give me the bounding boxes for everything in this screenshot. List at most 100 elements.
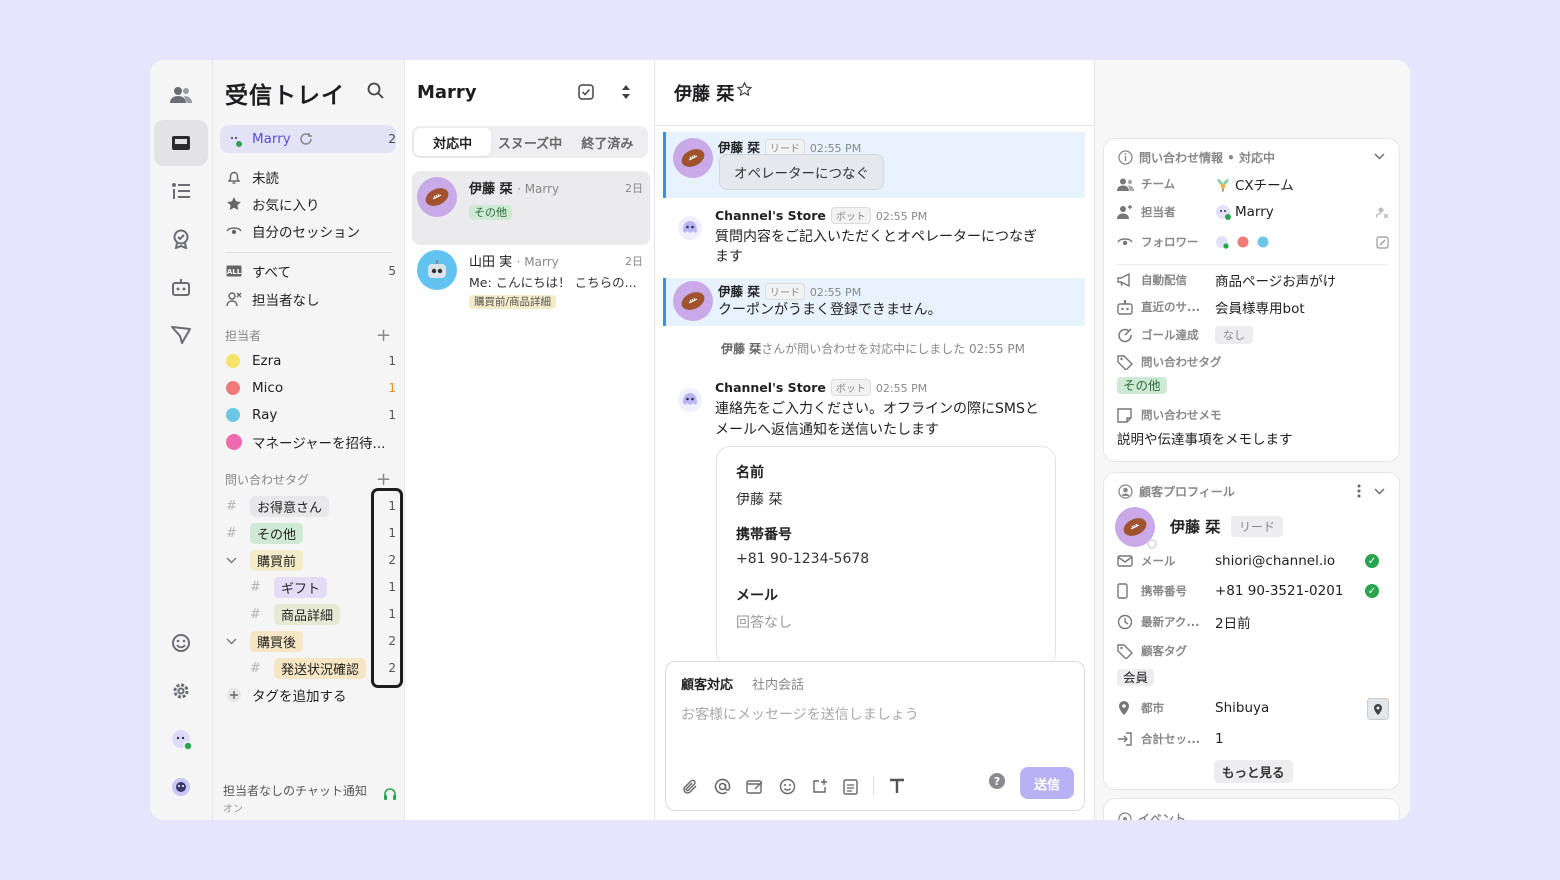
tag-item-shipping-status[interactable]: # 発送状況確認 2 [220,655,396,681]
sidebar-item-unread[interactable]: 未読 [220,164,396,190]
send-button[interactable]: 送信 [1020,767,1074,799]
smile-icon[interactable] [154,620,208,666]
profile-value[interactable]: +81 90-3521-0201 [1215,583,1343,599]
chat-tag: その他 [469,205,512,220]
megaphone-icon [1117,273,1141,287]
message-text: 連絡先をご入力ください。オフラインの際にSMSと [715,401,1039,417]
connect-operator-button[interactable]: オペレーターにつなぐ [719,154,884,190]
send-icon[interactable] [154,312,208,358]
sidebar-item-my-sessions[interactable]: 自分のセッション [220,218,396,244]
message-author: Channel's Store [715,208,826,223]
tag-item-gift[interactable]: # ギフト 1 [220,574,396,600]
text-format-icon[interactable] [889,778,905,794]
mention-icon[interactable] [714,778,731,795]
attachment-icon[interactable] [682,778,699,795]
system-time: 02:55 PM [969,342,1026,356]
more-vertical-icon[interactable] [1357,484,1361,498]
tag-item-post-purchase[interactable]: 購買後 2 [220,628,396,654]
message-input[interactable]: お客様にメッセージを送信しましょう [681,704,919,724]
profile-label: 合計セッ... [1141,732,1201,746]
profile-icon [1118,484,1133,499]
tag-icon [1117,354,1141,370]
channel-avatar[interactable] [154,764,208,810]
sort-icon[interactable] [621,84,631,100]
chat-list-panel: Marry 対応中 スヌーズ中 終了済み 伊藤 栞 · Marry 2日 その他… [405,60,655,820]
sidebar-item-unassigned[interactable]: 担当者なし [220,286,396,312]
user-avatar[interactable] [154,716,208,762]
goal-icon [1117,327,1141,343]
add-app-icon[interactable] [811,778,828,795]
search-icon[interactable] [367,82,384,99]
contact-form-card: 名前 伊藤 栞 携帯番号 +81 90-1234-5678 メール 回答なし [716,446,1056,666]
template-icon[interactable] [746,778,764,794]
inbox-icon[interactable] [154,120,208,166]
add-assignee-plus-icon[interactable]: + [376,327,391,345]
sidebar-item-favorites[interactable]: お気に入り [220,191,396,217]
add-tag-button[interactable]: タグを追加する [220,682,396,708]
info-tag-value[interactable]: その他 [1117,377,1167,394]
badge-icon[interactable] [154,216,208,262]
show-more-button[interactable]: もっと見る [1214,760,1293,783]
list-icon[interactable] [154,168,208,214]
message-text: メールへ返信通知を送信いたします [715,422,939,438]
info-row-followers: フォロワー [1117,231,1389,253]
tag-item-vip[interactable]: # お得意さん 1 [220,493,396,519]
message-row: 伊藤 栞リード 02:55 PM オペレーターにつなぐ [663,132,1085,198]
unassign-icon[interactable] [1376,206,1389,219]
settings-gear-icon[interactable] [154,668,208,714]
tag-item-pre-purchase[interactable]: 購買前 2 [220,547,396,573]
profile-row-email: メール shiori@channel.io ✓ [1117,550,1389,572]
info-row-goal: ゴール達成 なし [1117,324,1389,346]
chevron-down-icon[interactable] [226,557,242,564]
sidebar-item-ezra[interactable]: Ezra 1 [220,348,396,374]
invite-label: マネージャーを招待... [252,436,386,452]
sidebar-item-label: お気に入り [252,198,320,214]
checkbox-icon[interactable] [578,84,594,100]
tab-customer[interactable]: 顧客対応 [681,674,733,693]
sidebar-item-ray[interactable]: Ray 1 [220,402,396,428]
tab-internal[interactable]: 社内会話 [752,674,804,693]
emoji-icon[interactable] [779,778,796,795]
sidebar-item-me[interactable]: Marry 2 [220,125,396,153]
help-icon[interactable]: ? [989,773,1005,789]
tag-label: お得意さん [250,495,330,517]
headset-icon[interactable] [383,787,397,801]
sidebar-item-all[interactable]: ALL すべて 5 [220,258,396,284]
clipboard-icon[interactable] [843,778,858,795]
tab-closed[interactable]: 終了済み [569,128,646,156]
profile-badge: リード [1231,516,1284,537]
customer-tag-value[interactable]: 会員 [1117,669,1155,686]
toolbar-divider [873,777,874,795]
hash-icon: # [226,525,237,541]
tab-open[interactable]: 対応中 [414,128,492,156]
message-text: クーポンがうまく登録できません。 [718,302,942,318]
star-outline-icon[interactable] [737,82,752,97]
chevron-down-icon[interactable] [226,638,242,645]
hash-icon: # [226,498,237,514]
info-label: チーム [1141,177,1176,191]
chat-name: 伊藤 栞 [469,182,513,197]
chat-item[interactable]: 伊藤 栞 · Marry 2日 その他 [412,171,650,245]
tab-snoozed[interactable]: スヌーズ中 [491,128,568,156]
chat-item[interactable]: 山田 実 · Marry 2日 Me: こんにちは！ こちらの... 購買前/商… [412,244,650,318]
inbox-sidebar: 受信トレイ Marry 2 未読 お気に入り 自分のセッション ALL すべて … [213,60,405,820]
profile-value[interactable]: shiori@channel.io [1215,553,1335,569]
sidebar-item-mico[interactable]: Mico 1 [220,375,396,401]
bot-icon[interactable] [154,264,208,310]
info-row-tag: 問い合わせタグ [1117,351,1389,373]
profile-row-tags: 顧客タグ [1117,640,1389,662]
info-row-assignee[interactable]: 担当者 Marry [1117,201,1389,223]
tag-item-other[interactable]: # その他 1 [220,520,396,546]
chevron-down-icon[interactable] [1374,153,1385,160]
chevron-down-icon[interactable] [1374,488,1385,495]
invite-manager-link[interactable]: マネージャーを招待... [220,429,396,455]
map-icon[interactable] [1367,698,1389,720]
contacts-icon[interactable] [154,72,208,118]
assignee-section-title: 担当者 [225,329,262,343]
tag-item-product-detail[interactable]: # 商品詳細 1 [220,601,396,627]
form-phone-value: +81 90-1234-5678 [736,551,870,567]
edit-icon[interactable] [1376,235,1389,249]
memo-input[interactable]: 説明や伝達事項をメモします [1117,428,1293,448]
bot-badge: ボット [830,207,871,224]
add-tag-plus-icon[interactable]: + [376,471,391,489]
